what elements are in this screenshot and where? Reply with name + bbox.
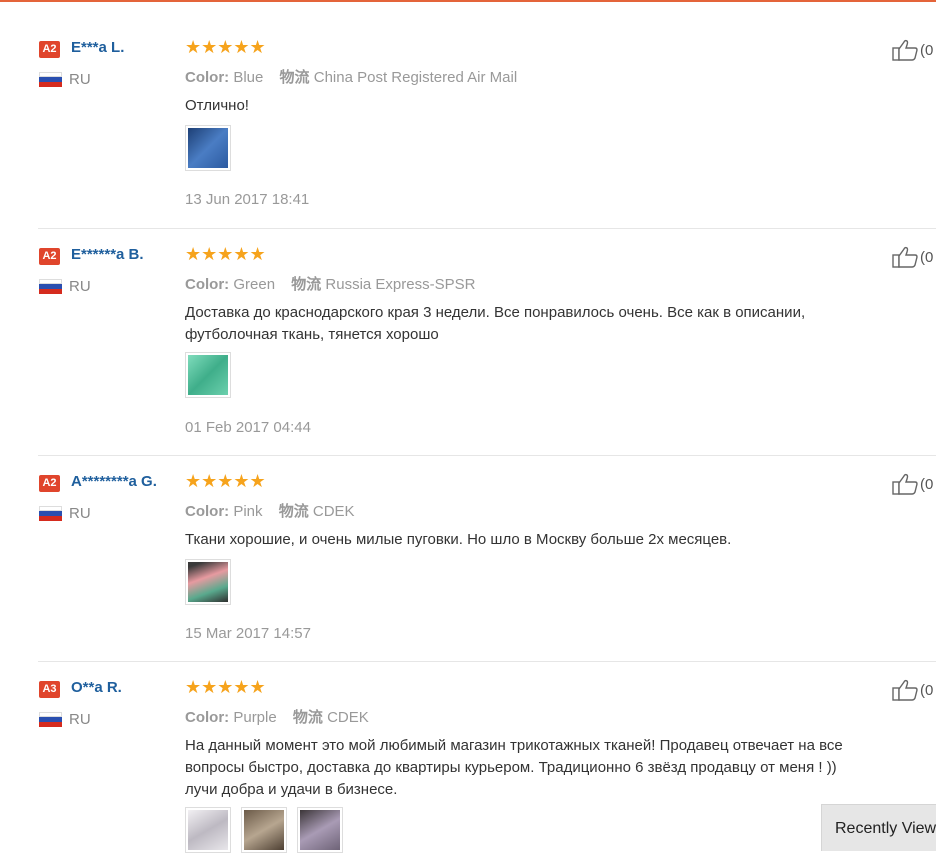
order-info: Color: Green 物流 Russia Express-SPSR <box>185 273 475 294</box>
russia-flag-icon <box>39 506 62 521</box>
rating-stars: ★★★★★ <box>185 37 266 57</box>
review-date: 15 Mar 2017 14:57 <box>185 625 311 642</box>
review-text: На данный момент это мой любимый магазин… <box>185 737 843 798</box>
review-photo[interactable] <box>241 807 287 853</box>
color-label: Color: <box>185 709 230 726</box>
buyer-level-badge: A3 <box>39 681 60 698</box>
shipping-value: Russia Express-SPSR <box>325 276 476 293</box>
review-item: A2 E***a L. RU ★★★★★ Color: Blue 物流 Chin… <box>38 22 936 229</box>
buyer-name[interactable]: O**a R. <box>71 679 122 696</box>
helpful-button[interactable]: (0 <box>892 679 933 701</box>
helpful-button[interactable]: (0 <box>892 246 933 268</box>
recently-viewed-button[interactable]: Recently Viewed <box>821 804 936 851</box>
helpful-button[interactable]: (0 <box>892 473 933 495</box>
logistics-label: 物流 <box>279 69 310 86</box>
logistics-label: 物流 <box>291 276 322 293</box>
buyer-country: RU <box>69 711 91 728</box>
review-photo[interactable] <box>185 352 231 398</box>
color-label: Color: <box>185 276 230 293</box>
buyer-country: RU <box>69 71 91 88</box>
helpful-count: (0 <box>920 248 934 266</box>
review-photo[interactable] <box>185 559 231 605</box>
buyer-level-badge: A2 <box>39 248 60 265</box>
color-value: Blue <box>233 69 264 86</box>
review-photo[interactable] <box>185 807 231 853</box>
buyer-name[interactable]: E***a L. <box>71 39 124 56</box>
logistics-label: 物流 <box>292 709 323 726</box>
review-text: Ткани хорошие, и очень милые пуговки. Но… <box>185 531 732 548</box>
helpful-count: (0 <box>920 475 934 493</box>
order-info: Color: Pink 物流 CDEK <box>185 500 355 521</box>
order-info: Color: Purple 物流 CDEK <box>185 706 369 727</box>
review-item: A2 A********a G. RU ★★★★★ Color: Pink 物流… <box>38 456 936 662</box>
shipping-value: CDEK <box>312 503 355 520</box>
review-item: A2 E******a B. RU ★★★★★ Color: Green 物流 … <box>38 229 936 456</box>
review-photos <box>185 352 231 398</box>
buyer-name[interactable]: E******a B. <box>71 246 144 263</box>
review-text: Доставка до краснодарского края 3 недели… <box>185 304 806 343</box>
review-photos <box>185 125 231 171</box>
color-label: Color: <box>185 503 230 520</box>
helpful-button[interactable]: (0 <box>892 39 933 61</box>
review-photo[interactable] <box>297 807 343 853</box>
order-info: Color: Blue 物流 China Post Registered Air… <box>185 66 517 87</box>
thumbs-up-icon <box>892 39 918 61</box>
thumbs-up-icon <box>892 473 918 495</box>
color-value: Purple <box>233 709 277 726</box>
color-value: Green <box>233 276 276 293</box>
rating-stars: ★★★★★ <box>185 471 266 491</box>
review-photos <box>185 807 343 853</box>
logistics-label: 物流 <box>278 503 309 520</box>
review-photo[interactable] <box>185 125 231 171</box>
buyer-level-badge: A2 <box>39 41 60 58</box>
shipping-value: CDEK <box>327 709 369 726</box>
color-label: Color: <box>185 69 230 86</box>
buyer-level-badge: A2 <box>39 475 60 492</box>
buyer-country: RU <box>69 505 91 522</box>
review-date: 01 Feb 2017 04:44 <box>185 419 311 436</box>
russia-flag-icon <box>39 712 62 727</box>
russia-flag-icon <box>39 72 62 87</box>
helpful-count: (0 <box>920 41 934 59</box>
rating-stars: ★★★★★ <box>185 677 266 697</box>
thumbs-up-icon <box>892 679 918 701</box>
color-value: Pink <box>233 503 263 520</box>
buyer-name[interactable]: A********a G. <box>71 473 157 490</box>
rating-stars: ★★★★★ <box>185 244 266 264</box>
top-accent-bar <box>0 0 936 2</box>
buyer-country: RU <box>69 278 91 295</box>
review-text: Отлично! <box>185 97 249 114</box>
shipping-value: China Post Registered Air Mail <box>313 69 518 86</box>
review-photos <box>185 559 231 605</box>
thumbs-up-icon <box>892 246 918 268</box>
helpful-count: (0 <box>920 681 934 699</box>
review-item: A3 O**a R. RU ★★★★★ Color: Purple 物流 CDE… <box>38 662 936 853</box>
review-date: 13 Jun 2017 18:41 <box>185 191 310 208</box>
russia-flag-icon <box>39 279 62 294</box>
